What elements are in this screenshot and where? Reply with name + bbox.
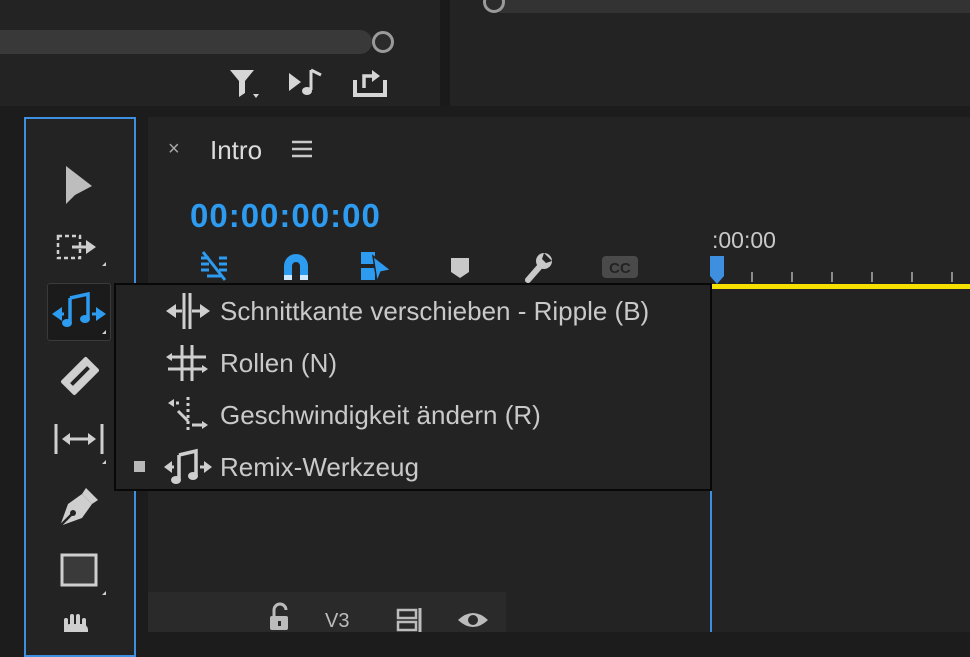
- eye-visibility-icon[interactable]: [456, 602, 490, 632]
- track-select-tool[interactable]: [48, 226, 112, 278]
- snap-magnet-icon[interactable]: [279, 250, 313, 284]
- export-frame-icon[interactable]: [352, 66, 388, 100]
- nest-toggle-icon[interactable]: [197, 250, 231, 284]
- timeline-settings-wrench-icon[interactable]: [522, 250, 556, 284]
- time-ruler-label: :00:00: [712, 227, 776, 253]
- menu-item-ripple-edit[interactable]: Schnittkante verschieben - Ripple (B): [116, 285, 710, 337]
- rate-stretch-icon: [162, 393, 214, 437]
- menu-item-rate-stretch[interactable]: Geschwindigkeit ändern (R): [116, 389, 710, 441]
- sync-lock-icon[interactable]: [394, 602, 428, 632]
- rectangle-tool-icon: [60, 553, 106, 595]
- selection-tool[interactable]: [48, 160, 112, 212]
- hand-tool[interactable]: [48, 608, 112, 632]
- track-label[interactable]: V3: [325, 608, 349, 634]
- menu-item-label: Remix-Werkzeug: [220, 452, 419, 482]
- program-monitor-panel: [450, 0, 970, 106]
- linked-selection-icon[interactable]: [359, 250, 393, 284]
- pen-tool[interactable]: [48, 482, 112, 534]
- selection-tool-icon: [66, 166, 92, 204]
- menu-item-label: Rollen (N): [220, 348, 338, 378]
- playhead-handle[interactable]: [708, 256, 726, 284]
- menu-item-rolling-edit[interactable]: Rollen (N): [116, 337, 710, 389]
- remix-tool-icon: [162, 445, 214, 489]
- rolling-edit-icon: [162, 341, 214, 385]
- captions-cc-icon[interactable]: CC: [600, 250, 640, 284]
- remix-tool[interactable]: [47, 283, 111, 341]
- track-select-icon: [56, 234, 106, 266]
- tool-flyout-menu: Schnittkante verschieben - Ripple (B) Ro…: [114, 283, 712, 491]
- insert-audio-icon[interactable]: [287, 66, 327, 100]
- menu-item-label: Schnittkante verschieben - Ripple (B): [220, 296, 650, 326]
- svg-text:CC: CC: [609, 260, 631, 277]
- playhead-timecode[interactable]: 00:00:00:00: [190, 197, 381, 235]
- slip-tool-icon: [54, 424, 106, 464]
- filter-icon[interactable]: [228, 66, 262, 100]
- menu-item-label: Geschwindigkeit ändern (R): [220, 400, 541, 430]
- program-zoom-scrollbar[interactable]: [500, 0, 970, 13]
- selected-indicator: [134, 461, 145, 472]
- razor-tool-icon: [61, 357, 99, 395]
- rectangle-tool[interactable]: [48, 545, 112, 597]
- panel-divider[interactable]: [440, 0, 450, 106]
- source-zoom-handle[interactable]: [372, 31, 394, 53]
- pen-tool-icon: [59, 488, 98, 527]
- razor-tool[interactable]: [48, 350, 112, 402]
- close-tab-button[interactable]: ×: [168, 137, 190, 161]
- panel-menu-icon[interactable]: [290, 137, 314, 161]
- lock-open-icon[interactable]: [262, 602, 296, 632]
- work-area-bar[interactable]: [712, 284, 970, 289]
- source-zoom-scrollbar[interactable]: [0, 30, 372, 54]
- menu-item-remix-tool[interactable]: Remix-Werkzeug: [116, 441, 710, 493]
- sequence-tab-title[interactable]: Intro: [210, 135, 262, 165]
- add-marker-icon[interactable]: [443, 250, 477, 284]
- remix-tool-icon: [52, 291, 106, 334]
- hand-tool-icon: [64, 614, 88, 632]
- slip-tool[interactable]: [48, 414, 112, 466]
- ripple-edit-icon: [162, 289, 214, 333]
